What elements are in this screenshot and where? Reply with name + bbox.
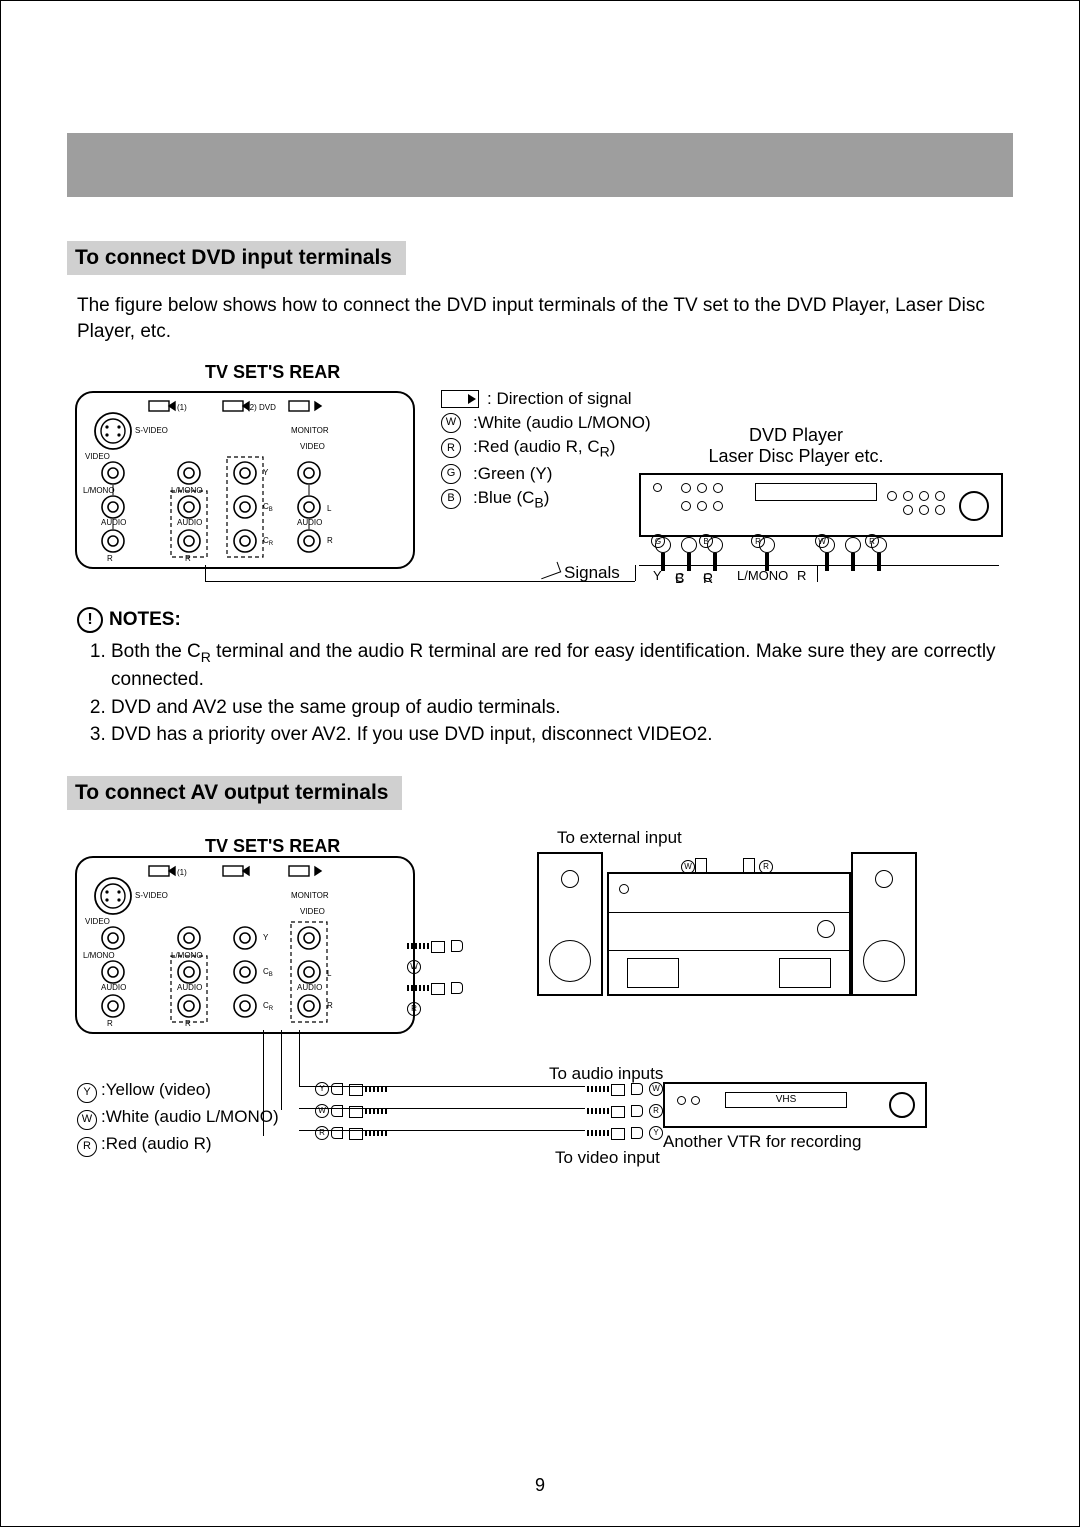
svg-text:MONITOR: MONITOR xyxy=(291,891,329,900)
note-item-1: Both the CR terminal and the audio R ter… xyxy=(111,639,1003,692)
svg-text:Y: Y xyxy=(263,468,269,477)
page-number: 9 xyxy=(1,1475,1079,1496)
circle-r-icon: R xyxy=(441,438,461,458)
circle-y-icon: Y xyxy=(77,1083,97,1103)
note-item-2: DVD and AV2 use the same group of audio … xyxy=(111,695,1003,721)
legend-red-2: R:Red (audio R) xyxy=(77,1130,279,1157)
signals-label: Signals xyxy=(539,563,620,583)
svg-text:R: R xyxy=(327,1001,333,1010)
notes-heading: ! NOTES: xyxy=(77,607,1013,633)
svg-text:VIDEO: VIDEO xyxy=(85,917,110,926)
svg-text:AUDIO: AUDIO xyxy=(101,518,126,527)
svg-text:L/MONO: L/MONO xyxy=(171,951,203,960)
figure-av-output: TV SET'S REAR xyxy=(67,828,1013,1168)
speaker-right xyxy=(851,852,917,996)
header-band xyxy=(67,133,1013,197)
svg-text:CB: CB xyxy=(263,502,273,513)
to-audio-inputs-label: To audio inputs xyxy=(549,1064,663,1084)
circle-g-icon: G xyxy=(441,464,461,484)
output-plugs-2: Y W R xyxy=(315,1082,387,1148)
circle-r-icon: R xyxy=(77,1137,97,1157)
to-video-input-label: To video input xyxy=(555,1148,660,1168)
svg-text:(1): (1) xyxy=(177,868,187,877)
svg-text:AUDIO: AUDIO xyxy=(297,518,322,527)
arrow-icon xyxy=(441,390,479,408)
svg-text:L: L xyxy=(327,504,332,513)
svg-text:AUDIO: AUDIO xyxy=(297,983,322,992)
svg-text:S-VIDEO: S-VIDEO xyxy=(135,891,168,900)
svg-text:MONITOR: MONITOR xyxy=(291,426,329,435)
speaker-left xyxy=(537,852,603,996)
dvd-player-label: DVD Player Laser Disc Player etc. xyxy=(661,425,931,467)
legend-av-output: Y:Yellow (video) W:White (audio L/MONO) … xyxy=(77,1076,279,1158)
vhs-slot-label: VHS xyxy=(725,1092,847,1108)
svg-text:CR: CR xyxy=(263,1001,274,1012)
svg-text:VIDEO: VIDEO xyxy=(300,442,325,451)
amplifier: W R xyxy=(607,872,851,996)
to-external-input-label: To external input xyxy=(557,828,682,848)
manual-page: To connect DVD input terminals The figur… xyxy=(0,0,1080,1527)
tv-rear-panel-1: (1) (2) DVD S-VIDEO MONITOR VIDEO VIDEO … xyxy=(75,391,415,569)
svg-text:L: L xyxy=(327,969,332,978)
notes-title: NOTES: xyxy=(109,609,181,631)
section2-title: To connect AV output terminals xyxy=(67,776,402,810)
svg-text:S-VIDEO: S-VIDEO xyxy=(135,426,168,435)
player-connector-labels: Y CB CR L/MONO R xyxy=(639,565,999,586)
svg-text:AUDIO: AUDIO xyxy=(101,983,126,992)
svg-text:L/MONO: L/MONO xyxy=(83,951,115,960)
svg-text:R: R xyxy=(107,554,113,563)
vtr-plugs: W R Y xyxy=(587,1082,663,1148)
svg-text:L/MONO: L/MONO xyxy=(83,486,115,495)
svg-text:L/MONO: L/MONO xyxy=(171,486,203,495)
svg-text:R: R xyxy=(327,536,333,545)
svg-text:Y: Y xyxy=(263,933,269,942)
figure-dvd: (1) (2) DVD S-VIDEO MONITOR VIDEO VIDEO … xyxy=(67,387,1013,587)
tv-rear-label-1: TV SET'S REAR xyxy=(205,362,1013,383)
tv-rear-label-2: TV SET'S REAR xyxy=(205,836,340,857)
svg-text:CB: CB xyxy=(263,967,273,978)
legend-yellow: Y:Yellow (video) xyxy=(77,1076,279,1103)
section1-intro: The figure below shows how to connect th… xyxy=(77,293,1013,344)
svg-text:(1): (1) xyxy=(177,403,187,412)
circle-w-icon: W xyxy=(77,1110,97,1130)
svg-text:VIDEO: VIDEO xyxy=(85,452,110,461)
legend-white-2: W:White (audio L/MONO) xyxy=(77,1103,279,1130)
svg-text:(2) DVD: (2) DVD xyxy=(247,403,276,412)
svg-text:CR: CR xyxy=(263,536,274,547)
tv-rear-panel-2: (1) S-VIDEO MONITOR VIDEO VIDEO L/MONO L… xyxy=(75,856,415,1034)
note-item-3: DVD has a priority over AV2. If you use … xyxy=(111,722,1003,748)
section1-title: To connect DVD input terminals xyxy=(67,241,406,275)
svg-text:AUDIO: AUDIO xyxy=(177,518,202,527)
svg-text:R: R xyxy=(185,1019,191,1028)
svg-text:R: R xyxy=(185,554,191,563)
exclamation-icon: ! xyxy=(77,607,103,633)
svg-text:R: R xyxy=(107,1019,113,1028)
svg-text:AUDIO: AUDIO xyxy=(177,983,202,992)
stereo-system-illustration: W R xyxy=(537,852,917,996)
circle-b-icon: B xyxy=(441,489,461,509)
svg-text:VIDEO: VIDEO xyxy=(300,907,325,916)
vtr-caption: Another VTR for recording xyxy=(663,1132,861,1152)
vtr-illustration: VHS xyxy=(663,1082,927,1128)
dvd-player-illustration xyxy=(639,473,1003,537)
notes-list: Both the CR terminal and the audio R ter… xyxy=(111,639,1003,748)
legend-signal-direction: : Direction of signal xyxy=(441,387,1001,411)
circle-w-icon: W xyxy=(441,413,461,433)
output-plugs-1: W R xyxy=(407,940,463,1024)
